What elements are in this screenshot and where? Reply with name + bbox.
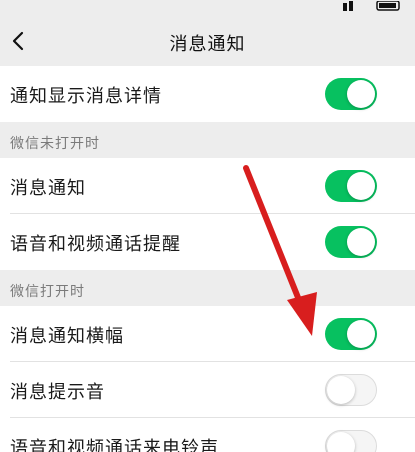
- section-label: 微信打开时: [10, 284, 85, 300]
- toggle-knob: [347, 320, 375, 348]
- toggle-knob: [327, 376, 355, 404]
- status-icons: [343, 0, 403, 11]
- notification-settings-page: 消息通知 通知显示消息详情 微信未打开时 消息通知 语音和视频通话提醒 微信打开…: [0, 0, 415, 452]
- navigation-header: 消息通知: [0, 18, 415, 66]
- setting-row-call-reminder: 语音和视频通话提醒: [0, 214, 415, 270]
- toggle-knob: [347, 80, 375, 108]
- setting-row-show-message-details: 通知显示消息详情: [0, 66, 415, 122]
- setting-row-call-ringtone: 语音和视频通话来电铃声: [0, 418, 415, 452]
- notification-banner-toggle[interactable]: [325, 318, 377, 350]
- setting-row-notification-banner: 消息通知横幅: [0, 306, 415, 362]
- message-notification-toggle[interactable]: [325, 170, 377, 202]
- notification-sound-toggle[interactable]: [325, 374, 377, 406]
- status-bar: [0, 0, 415, 18]
- setting-label: 消息通知: [10, 178, 86, 199]
- show-message-details-toggle[interactable]: [325, 78, 377, 110]
- section-label: 微信未打开时: [10, 136, 100, 152]
- toggle-knob: [327, 432, 355, 452]
- setting-row-notification-sound: 消息提示音: [0, 362, 415, 418]
- call-reminder-toggle[interactable]: [325, 226, 377, 258]
- toggle-knob: [347, 228, 375, 256]
- section-header-wechat-closed: 微信未打开时: [0, 122, 415, 158]
- toggle-knob: [347, 172, 375, 200]
- setting-label: 通知显示消息详情: [10, 86, 162, 107]
- call-ringtone-toggle[interactable]: [325, 430, 377, 452]
- page-title: 消息通知: [169, 34, 246, 55]
- setting-label: 语音和视频通话来电铃声: [10, 438, 219, 452]
- setting-label: 消息提示音: [10, 382, 105, 403]
- setting-row-message-notification: 消息通知: [0, 158, 415, 214]
- setting-label: 消息通知横幅: [10, 326, 124, 347]
- setting-label: 语音和视频通话提醒: [10, 234, 181, 255]
- section-header-wechat-open: 微信打开时: [0, 270, 415, 306]
